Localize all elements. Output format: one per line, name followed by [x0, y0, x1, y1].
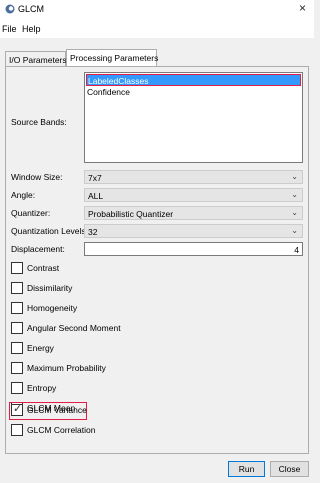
angle-value: ALL: [88, 191, 104, 201]
list-item[interactable]: LabeledClasses: [86, 74, 301, 86]
source-bands-list[interactable]: LabeledClasses Confidence: [84, 72, 303, 163]
menu-help[interactable]: Help: [22, 24, 41, 34]
tab-processing-parameters[interactable]: Processing Parameters: [66, 49, 158, 66]
checkbox-box[interactable]: ✓: [11, 403, 23, 416]
checkbox-box[interactable]: [11, 262, 23, 274]
checkbox-box[interactable]: [11, 424, 23, 436]
close-icon[interactable]: ×: [299, 1, 306, 15]
quantization-levels-select[interactable]: 32 ⌄: [84, 224, 303, 238]
menu-file[interactable]: File: [2, 24, 17, 34]
quantization-levels-label: Quantization Levels:: [11, 226, 89, 236]
quantizer-label: Quantizer:: [11, 208, 51, 218]
angle-label: Angle:: [11, 190, 36, 200]
close-button[interactable]: Close: [270, 461, 309, 477]
window-size-select[interactable]: 7x7 ⌄: [84, 170, 303, 184]
title-bar: GLCM ×: [0, 0, 314, 20]
checkbox-label: Contrast: [27, 263, 60, 273]
chevron-down-icon: ⌄: [291, 190, 298, 199]
window-size-value: 7x7: [88, 173, 102, 183]
window-size-label: Window Size:: [11, 172, 63, 182]
checkbox-label: Homogeneity: [27, 303, 78, 313]
checkbox-label: Dissimilarity: [27, 283, 73, 293]
glcm-app-icon: [5, 4, 15, 14]
source-bands-label: Source Bands:: [11, 117, 67, 127]
checkbox-box[interactable]: [11, 342, 23, 354]
checkbox-glcm-variance[interactable]: ✓ GLCM Variance: [9, 402, 87, 420]
displacement-label: Displacement:: [11, 244, 65, 254]
checkbox-label: GLCM Variance: [27, 405, 87, 415]
angle-select[interactable]: ALL ⌄: [84, 188, 303, 202]
list-item[interactable]: Confidence: [86, 86, 301, 98]
quantization-levels-value: 32: [88, 227, 98, 237]
chevron-down-icon: ⌄: [291, 172, 298, 181]
checkmark-icon: ✓: [13, 403, 23, 415]
chevron-down-icon: ⌄: [291, 226, 298, 235]
checkbox-box[interactable]: [11, 322, 23, 334]
checkbox-label: Energy: [27, 343, 54, 353]
checkbox-box[interactable]: [11, 362, 23, 374]
quantizer-value: Probabilistic Quantizer: [88, 209, 174, 219]
quantizer-select[interactable]: Probabilistic Quantizer ⌄: [84, 206, 303, 220]
checkbox-box[interactable]: [11, 302, 23, 314]
checkbox-label: Entropy: [27, 383, 57, 393]
checkbox-label: Angular Second Moment: [27, 323, 121, 333]
checkbox-label: GLCM Correlation: [27, 425, 96, 435]
tab-io-parameters[interactable]: I/O Parameters: [5, 51, 67, 66]
chevron-down-icon: ⌄: [291, 208, 298, 217]
checkbox-box[interactable]: [11, 382, 23, 394]
displacement-input[interactable]: 4: [84, 242, 303, 256]
checkbox-label: Maximum Probability: [27, 363, 106, 373]
menu-bar: File Help: [0, 20, 314, 38]
checkbox-box[interactable]: [11, 282, 23, 294]
window-title: GLCM: [18, 4, 45, 14]
run-button[interactable]: Run: [228, 461, 265, 477]
